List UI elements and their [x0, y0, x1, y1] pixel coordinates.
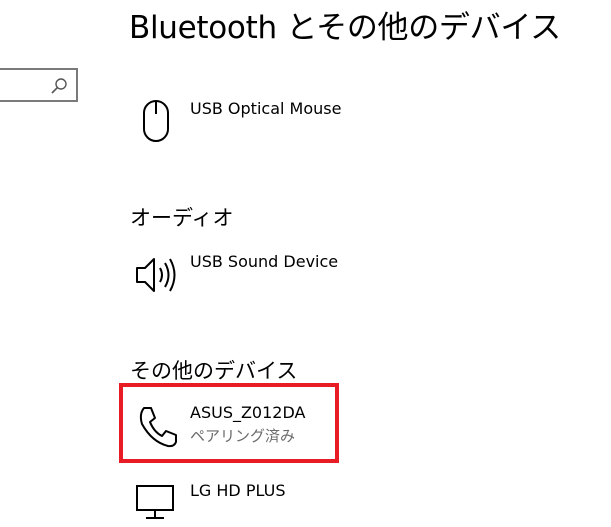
device-lg-hd-plus[interactable]: LG HD PLUS	[130, 480, 340, 527]
section-heading-other-devices: その他のデバイス	[130, 359, 298, 383]
mouse-icon	[143, 100, 169, 142]
speaker-icon	[136, 258, 176, 292]
page-title: Bluetooth とその他のデバイス	[129, 10, 561, 46]
device-name: USB Sound Device	[190, 252, 339, 271]
device-usb-optical-mouse[interactable]: USB Optical Mouse	[130, 98, 342, 146]
search-input[interactable]	[0, 68, 78, 102]
device-name: LG HD PLUS	[190, 481, 286, 500]
device-name: USB Optical Mouse	[190, 99, 342, 118]
monitor-icon	[136, 485, 174, 519]
search-icon[interactable]	[50, 77, 68, 95]
settings-page: Bluetooth とその他のデバイス USB Optical Mouse オー…	[0, 0, 611, 527]
section-heading-audio: オーディオ	[130, 206, 234, 230]
highlight-box	[119, 383, 339, 463]
device-usb-sound-device[interactable]: USB Sound Device	[130, 251, 340, 299]
